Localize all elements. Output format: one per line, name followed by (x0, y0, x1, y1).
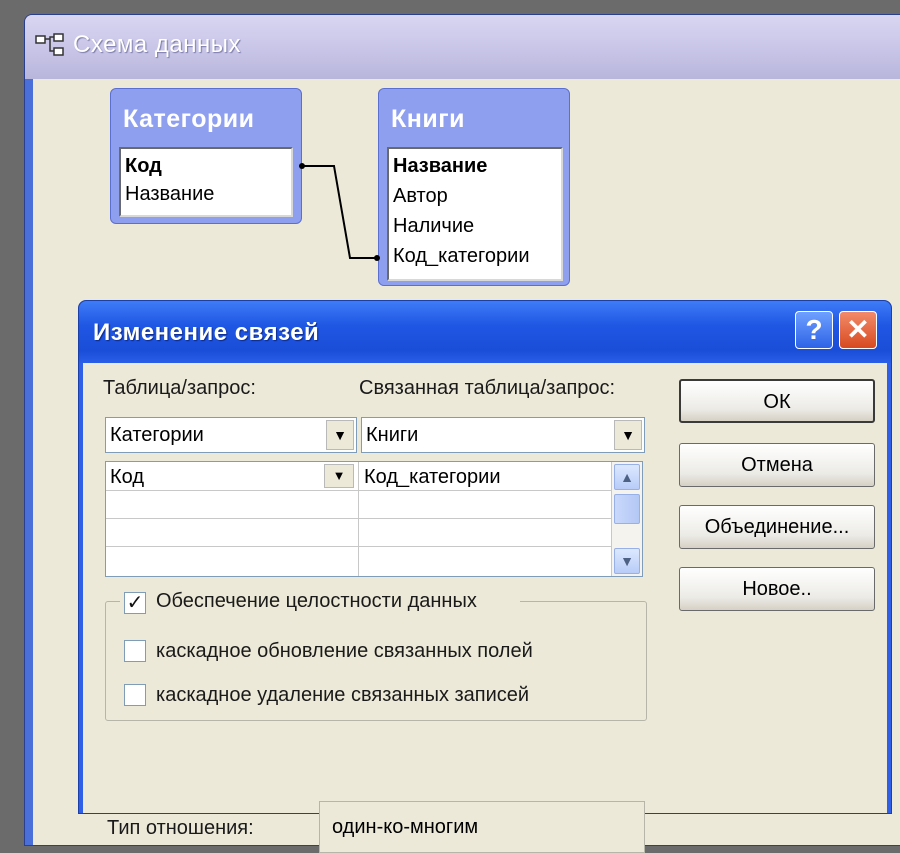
related-table-select-value: Книги (366, 424, 419, 446)
dialog-titlebar[interactable]: Изменение связей ? ✕ (79, 301, 891, 363)
dropdown-arrow-icon[interactable]: ▼ (326, 420, 354, 450)
vertical-scrollbar[interactable]: ▲ ▼ (611, 462, 642, 576)
grid-cell-field[interactable]: Код (110, 466, 144, 489)
edit-relationships-dialog: Изменение связей ? ✕ Таблица/запрос: Свя… (78, 300, 892, 853)
related-table-select[interactable]: Книги ▼ (361, 417, 645, 453)
dropdown-arrow-icon[interactable]: ▼ (614, 420, 642, 450)
relation-type-label: Тип отношения: (107, 817, 254, 839)
integrity-options-group: ✓ Обеспечение целостности данных каскадн… (105, 588, 647, 721)
dropdown-arrow-icon[interactable]: ▼ (324, 464, 354, 488)
table-select[interactable]: Категории ▼ (105, 417, 357, 453)
table-select-value: Категории (110, 424, 204, 446)
new-relationship-button[interactable]: Новое.. (679, 567, 875, 611)
dialog-body: Таблица/запрос: Связанная таблица/запрос… (83, 363, 887, 853)
table-label: Таблица/запрос: (103, 377, 256, 399)
dialog-title: Изменение связей (93, 319, 320, 346)
close-button[interactable]: ✕ (839, 311, 877, 349)
table-row[interactable] (106, 518, 612, 547)
scroll-up-icon[interactable]: ▲ (614, 464, 640, 490)
column-divider (358, 462, 359, 576)
scroll-thumb[interactable] (614, 494, 640, 524)
cascade-update-label: каскадное обновление связанных полей (156, 640, 533, 662)
integrity-checkbox[interactable]: ✓ (124, 592, 146, 614)
table-row[interactable] (106, 546, 612, 574)
table-row[interactable] (106, 490, 612, 519)
related-table-label: Связанная таблица/запрос: (359, 377, 616, 399)
integrity-label: Обеспечение целостности данных (156, 590, 477, 612)
table-row[interactable]: Код ▼ Код_категории (106, 462, 612, 491)
grid-cell-related-field[interactable]: Код_категории (364, 466, 501, 489)
cascade-delete-checkbox[interactable] (124, 684, 146, 706)
cascade-update-checkbox[interactable] (124, 640, 146, 662)
ok-button[interactable]: ОК (679, 379, 875, 423)
cascade-delete-label: каскадное удаление связанных записей (156, 684, 530, 706)
cancel-button[interactable]: Отмена (679, 443, 875, 487)
help-button[interactable]: ? (795, 311, 833, 349)
relation-type-value: один-ко-многим (332, 816, 479, 838)
field-mapping-grid[interactable]: Код ▼ Код_категории ▲ ▼ (105, 461, 643, 577)
join-type-button[interactable]: Объединение... (679, 505, 875, 549)
scroll-down-icon[interactable]: ▼ (614, 548, 640, 574)
relation-type-field: один-ко-многим (319, 801, 645, 853)
